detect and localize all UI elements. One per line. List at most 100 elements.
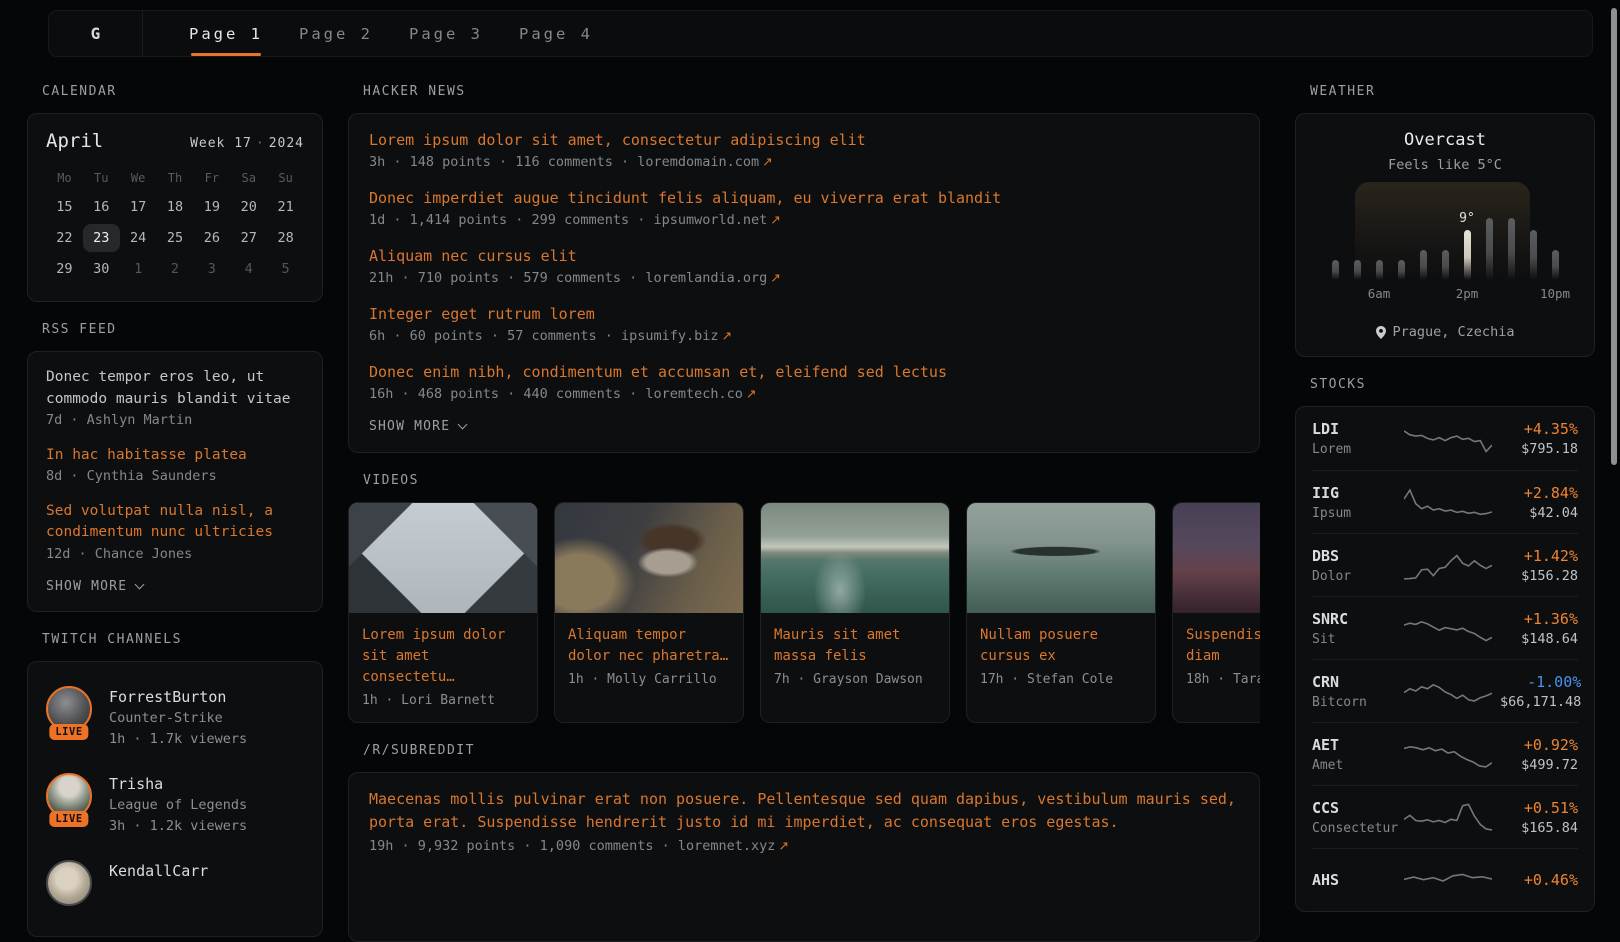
hackernews-item-meta-text: 21h · 710 points · 579 comments · loreml… <box>369 270 767 286</box>
video-card[interactable]: Suspendisse diam 18h · Tara <box>1172 502 1260 723</box>
stock-name: Sit <box>1312 630 1396 649</box>
stock-row[interactable]: AHS +0.46% <box>1312 848 1578 911</box>
twitch-avatar-wrap: LIVE <box>46 773 92 825</box>
reddit-post-title[interactable]: Maecenas mollis pulvinar erat non posuer… <box>369 788 1239 834</box>
twitch-channel-row[interactable]: LIVE ForrestBurton Counter-Strike 1h · 1… <box>46 674 304 761</box>
stock-row[interactable]: AET Amet +0.92% $499.72 <box>1312 722 1578 785</box>
video-thumbnail <box>967 503 1155 613</box>
video-card[interactable]: Aliquam tempor dolor nec pharetra… 1h · … <box>554 502 744 723</box>
stock-symbol: CRN <box>1312 671 1396 693</box>
rss-show-more-button[interactable]: SHOW MORE <box>46 579 304 594</box>
calendar-day: 24 <box>120 224 157 252</box>
page-tab[interactable]: Page 4 <box>519 11 593 56</box>
calendar-day: 23 <box>83 224 120 252</box>
rss-item-title[interactable]: Donec tempor eros leo, ut commodo mauris… <box>46 367 304 410</box>
hackernews-item-meta-text: 16h · 468 points · 440 comments · loremt… <box>369 386 743 402</box>
twitch-channel-name: KendallCarr <box>109 860 208 882</box>
stock-values: +4.35% $795.18 <box>1500 418 1578 459</box>
stock-identity: IIG Ipsum <box>1312 482 1396 523</box>
video-title[interactable]: Suspendisse diam <box>1186 625 1260 667</box>
page-tab[interactable]: Page 1 <box>189 11 263 56</box>
stock-row[interactable]: IIG Ipsum +2.84% $42.04 <box>1312 470 1578 533</box>
weather-hour-bar: 6am <box>1376 184 1383 280</box>
calendar-weekday-label: Tu <box>94 171 108 185</box>
stock-identity: LDI Lorem <box>1312 418 1396 459</box>
weather-location: Prague, Czechia <box>1316 324 1574 340</box>
stock-sparkline-chart <box>1404 735 1492 773</box>
calendar-day: 19 <box>193 193 230 221</box>
calendar-section: CALENDAR April Week 17·2024 Mo Tu We Th … <box>27 84 323 302</box>
twitch-channel-game: League of Legends <box>109 795 247 816</box>
hackernews-item-title[interactable]: Donec imperdiet augue tincidunt felis al… <box>369 187 1239 209</box>
video-card[interactable]: Mauris sit amet massa felis 7h · Grayson… <box>760 502 950 723</box>
hackernews-item-meta: 16h · 468 points · 440 comments · loremt… <box>369 383 1239 405</box>
calendar-day-number: 22 <box>56 230 72 246</box>
video-title[interactable]: Aliquam tempor dolor nec pharetra… <box>568 625 730 667</box>
calendar-day: 29 <box>46 255 83 283</box>
stock-identity: SNRC Sit <box>1312 608 1396 649</box>
external-link-icon[interactable]: ↗ <box>762 154 772 169</box>
stock-row[interactable]: CRN Bitcorn -1.00% $66,171.48 <box>1312 659 1578 722</box>
stock-identity: DBS Dolor <box>1312 545 1396 586</box>
hackernews-item-title[interactable]: Lorem ipsum dolor sit amet, consectetur … <box>369 129 1239 151</box>
twitch-channel-row[interactable]: LIVE Trisha League of Legends 3h · 1.2k … <box>46 761 304 848</box>
stock-row[interactable]: DBS Dolor +1.42% $156.28 <box>1312 533 1578 596</box>
calendar-day-number: 1 <box>134 261 142 277</box>
video-card[interactable]: Nullam posuere cursus ex 17h · Stefan Co… <box>966 502 1156 723</box>
stock-row[interactable]: CCS Consectetur +0.51% $165.84 <box>1312 785 1578 848</box>
video-card-body: Aliquam tempor dolor nec pharetra… 1h · … <box>555 613 743 701</box>
hackernews-item-meta: 6h · 60 points · 57 comments · ipsumify.… <box>369 325 1239 347</box>
calendar-day-number: 29 <box>56 261 72 277</box>
calendar-day: 4 <box>230 255 267 283</box>
external-link-icon[interactable]: ↗ <box>746 386 756 401</box>
video-title[interactable]: Lorem ipsum dolor sit amet consectetu… <box>362 625 524 688</box>
stock-row[interactable]: LDI Lorem +4.35% $795.18 <box>1312 407 1578 470</box>
hackernews-item-title[interactable]: Donec enim nibh, condimentum et accumsan… <box>369 361 1239 383</box>
hackernews-show-more-button[interactable]: SHOW MORE <box>369 419 1239 434</box>
stock-change-percent: +0.51% <box>1500 797 1578 819</box>
page-tab[interactable]: Page 3 <box>409 11 483 56</box>
twitch-channel-info: ForrestBurton Counter-Strike 1h · 1.7k v… <box>109 686 247 749</box>
calendar-week: Week 17 <box>190 136 252 151</box>
calendar-day-number: 28 <box>277 230 293 246</box>
calendar-weekday-label: Mo <box>57 171 71 185</box>
live-badge: LIVE <box>49 724 88 740</box>
reddit-post-meta: 19h · 9,932 points · 1,090 comments · lo… <box>369 834 1239 858</box>
stock-price: $499.72 <box>1500 756 1578 775</box>
app-logo[interactable]: G <box>49 11 143 56</box>
rss-section-title: RSS FEED <box>27 322 323 338</box>
page-scrollbar-thumb[interactable] <box>1611 8 1617 465</box>
stock-change-percent: +0.46% <box>1500 869 1578 891</box>
reddit-post-meta-text: 19h · 9,932 points · 1,090 comments · lo… <box>369 838 775 854</box>
twitch-channel-row[interactable]: KendallCarr <box>46 848 304 924</box>
external-link-icon[interactable]: ↗ <box>770 212 780 227</box>
video-card[interactable]: Lorem ipsum dolor sit amet consectetu… 1… <box>348 502 538 723</box>
hackernews-item-title[interactable]: Aliquam nec cursus elit <box>369 245 1239 267</box>
twitch-widget: LIVE ForrestBurton Counter-Strike 1h · 1… <box>27 661 323 937</box>
stock-change-percent: +1.36% <box>1500 608 1578 630</box>
location-pin-icon <box>1376 326 1386 339</box>
calendar-day-number: 4 <box>245 261 253 277</box>
video-title[interactable]: Mauris sit amet massa felis <box>774 625 936 667</box>
hackernews-item-meta: 21h · 710 points · 579 comments · loreml… <box>369 267 1239 289</box>
page-tab[interactable]: Page 2 <box>299 11 373 56</box>
weather-hour-label: 10pm <box>1540 286 1570 301</box>
weather-location-label: Prague, Czechia <box>1393 324 1515 340</box>
twitch-channel-info: KendallCarr <box>109 860 208 912</box>
reddit-widget: Maecenas mollis pulvinar erat non posuer… <box>348 772 1260 942</box>
calendar-day-number: 16 <box>93 199 109 215</box>
video-title[interactable]: Nullam posuere cursus ex <box>980 625 1142 667</box>
rss-item-title[interactable]: Sed volutpat nulla nisl, a condimentum n… <box>46 501 304 544</box>
rss-item-title[interactable]: In hac habitasse platea <box>46 445 304 467</box>
hackernews-item-title[interactable]: Integer eget rutrum lorem <box>369 303 1239 325</box>
stock-row[interactable]: SNRC Sit +1.36% $148.64 <box>1312 596 1578 659</box>
stocks-widget: LDI Lorem +4.35% $795.18 IIG Ipsum <box>1295 406 1595 912</box>
external-link-icon[interactable]: ↗ <box>722 328 732 343</box>
left-column: CALENDAR April Week 17·2024 Mo Tu We Th … <box>27 75 323 937</box>
calendar-day: 26 <box>193 224 230 252</box>
external-link-icon[interactable]: ↗ <box>770 270 780 285</box>
reddit-section: /R/SUBREDDIT Maecenas mollis pulvinar er… <box>348 743 1260 942</box>
external-link-icon[interactable]: ↗ <box>778 838 788 853</box>
twitch-channel-viewers: 3h · 1.2k viewers <box>109 816 247 837</box>
calendar-day-number: 23 <box>93 230 109 246</box>
